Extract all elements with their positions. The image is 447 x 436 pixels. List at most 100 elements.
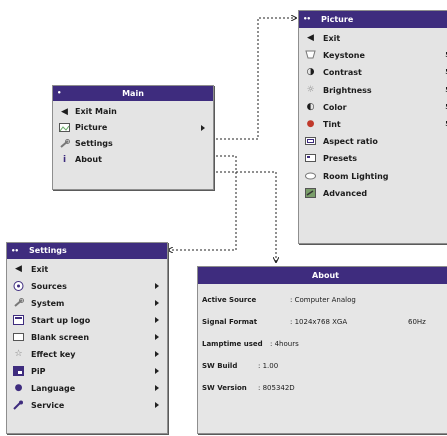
picture-item-advanced[interactable]: Advanced — [299, 185, 447, 202]
settings-item-label: Sources — [31, 282, 67, 291]
about-key: Active Source — [202, 296, 257, 304]
settings-menu-title: Settings — [29, 246, 67, 255]
system-icon — [13, 298, 24, 309]
submenu-arrow-icon — [155, 402, 159, 408]
picture-item-room-lighting[interactable]: Room Lighting — [299, 168, 447, 185]
about-row-sw-build: SW Build : 1.00 — [198, 355, 447, 377]
submenu-arrow-icon — [155, 300, 159, 306]
picture-item-label: Brightness — [323, 85, 372, 95]
about-row-sw-version: SW Version : 805342D — [198, 377, 447, 399]
picture-item-exit[interactable]: ◀ Exit — [299, 30, 447, 47]
picture-item-label: Presets — [323, 154, 358, 164]
main-item-label: Exit Main — [75, 107, 117, 116]
main-menu: • Main ◀ Exit Main Picture Settings i Ab… — [52, 85, 214, 190]
settings-item-service[interactable]: Service — [7, 397, 167, 414]
settings-item-blank-screen[interactable]: Blank screen — [7, 329, 167, 346]
picture-item-contrast[interactable]: ◑ Contrast 50 — [299, 64, 447, 81]
aspect-ratio-icon — [305, 136, 316, 147]
submenu-arrow-icon — [155, 283, 159, 289]
presets-icon — [305, 153, 316, 164]
settings-item-pip[interactable]: PiP — [7, 363, 167, 380]
settings-item-exit[interactable]: ◀ Exit — [7, 261, 167, 278]
picture-item-tint[interactable]: ● Tint 50 — [299, 116, 447, 133]
advanced-icon — [305, 187, 316, 199]
settings-item-label: Blank screen — [31, 333, 90, 342]
picture-item-aspect-ratio[interactable]: Aspect ratio — [299, 133, 447, 150]
about-value: : 1024x768 XGA — [290, 318, 348, 326]
about-row-signal-format: Signal Format : 1024x768 XGA 60Hz — [198, 311, 447, 333]
settings-item-effect-key[interactable]: ☆ Effect key — [7, 346, 167, 363]
picture-menu: •• Picture ◀ Exit Keystone 50 ◑ Contrast… — [298, 10, 447, 244]
main-item-about[interactable]: i About — [53, 152, 213, 168]
about-key: Lamptime used — [202, 340, 263, 348]
main-item-label: About — [75, 155, 102, 164]
settings-icon — [59, 139, 70, 150]
picture-item-brightness[interactable]: ☼ Brightness 50 — [299, 82, 447, 99]
settings-item-label: Start up logo — [31, 316, 91, 325]
menu-marker-icon: •• — [303, 15, 311, 23]
about-key: SW Build — [202, 362, 238, 370]
main-item-label: Picture — [75, 123, 108, 132]
keystone-icon — [305, 50, 316, 61]
service-icon — [13, 400, 24, 411]
settings-item-label: System — [31, 299, 65, 308]
settings-item-label: Effect key — [31, 350, 76, 359]
main-item-exit-main[interactable]: ◀ Exit Main — [53, 104, 213, 120]
about-value: : 805342D — [258, 384, 295, 392]
picture-item-label: Contrast — [323, 68, 362, 78]
about-row-active-source: Active Source : Computer Analog — [198, 289, 447, 311]
settings-item-label: PiP — [31, 367, 46, 376]
about-value: : 4hours — [270, 340, 299, 348]
submenu-arrow-icon — [155, 385, 159, 391]
submenu-arrow-icon — [155, 334, 159, 340]
settings-item-label: Service — [31, 401, 65, 410]
main-menu-title: Main — [122, 89, 144, 98]
picture-menu-title-bar: •• Picture — [299, 11, 447, 28]
blank-screen-icon — [13, 332, 24, 343]
connector-about — [212, 171, 276, 262]
pip-icon — [13, 366, 24, 377]
menu-marker-icon: •• — [11, 247, 19, 255]
main-menu-title-bar: • Main — [53, 86, 213, 101]
picture-item-label: Room Lighting — [323, 171, 389, 181]
back-arrow-icon: ◀ — [61, 107, 68, 117]
about-title-bar: About — [198, 267, 447, 284]
info-icon: i — [62, 155, 67, 165]
about-value: : 1.00 — [258, 362, 279, 370]
settings-menu: •• Settings ◀ Exit Sources System Start … — [6, 242, 168, 434]
settings-item-label: Exit — [31, 265, 49, 274]
back-arrow-icon: ◀ — [307, 33, 314, 43]
settings-item-sources[interactable]: Sources — [7, 278, 167, 295]
color-icon: ◐ — [306, 101, 315, 112]
picture-menu-title: Picture — [321, 15, 354, 24]
about-key: Signal Format — [202, 318, 258, 326]
submenu-arrow-icon — [155, 368, 159, 374]
picture-item-label: Color — [323, 102, 347, 112]
contrast-icon: ◑ — [306, 67, 315, 78]
settings-item-language[interactable]: ● Language — [7, 380, 167, 397]
picture-item-label: Keystone — [323, 51, 365, 61]
main-item-settings[interactable]: Settings — [53, 136, 213, 152]
about-value: : Computer Analog — [290, 296, 356, 304]
about-row-lamptime: Lamptime used : 4hours — [198, 333, 447, 355]
connector-picture — [212, 18, 296, 140]
about-key: SW Version — [202, 384, 247, 392]
picture-item-label: Advanced — [323, 188, 368, 198]
about-extra-value: 60Hz — [408, 318, 426, 326]
picture-item-keystone[interactable]: Keystone 50 — [299, 47, 447, 64]
brightness-icon: ☼ — [306, 84, 315, 95]
settings-item-label: Language — [31, 384, 76, 393]
main-item-label: Settings — [75, 139, 113, 148]
settings-menu-title-bar: •• Settings — [7, 243, 167, 259]
about-title: About — [312, 271, 339, 280]
back-arrow-icon: ◀ — [15, 264, 22, 274]
submenu-arrow-icon — [155, 351, 159, 357]
settings-item-system[interactable]: System — [7, 295, 167, 312]
main-item-picture[interactable]: Picture — [53, 120, 213, 136]
picture-item-color[interactable]: ◐ Color 50 — [299, 99, 447, 116]
picture-item-presets[interactable]: Presets — [299, 150, 447, 167]
effect-key-icon: ☆ — [14, 349, 23, 359]
picture-item-label: Aspect ratio — [323, 137, 378, 147]
settings-item-start-up-logo[interactable]: Start up logo — [7, 312, 167, 329]
submenu-arrow-icon — [155, 317, 159, 323]
